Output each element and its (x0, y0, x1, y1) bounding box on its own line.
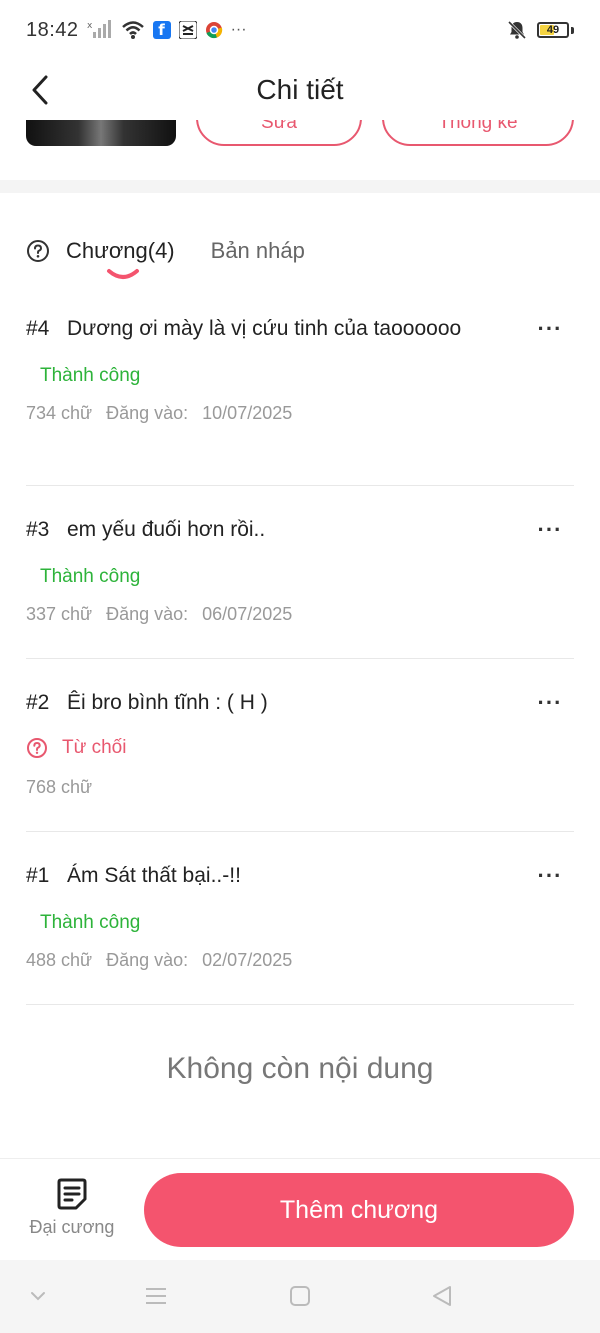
chrome-icon (205, 22, 222, 39)
chapter-number: #4 (26, 317, 50, 340)
story-summary: Sửa Thống kê (0, 120, 600, 180)
outline-button[interactable]: Đại cương (22, 1177, 122, 1249)
chapter-status: Thành công (40, 566, 141, 587)
word-count: 488 chữ (26, 950, 93, 970)
word-count: 734 chữ (26, 403, 93, 423)
chapter-header: #4 Dương ơi mày là vị cứu tinh của taooo… (26, 315, 574, 343)
square-icon (290, 1286, 310, 1306)
system-navigation-bar (0, 1260, 600, 1333)
menu-icon (146, 1288, 166, 1304)
document-icon (57, 1178, 87, 1210)
chapter-title: Êi bro bình tĩnh : ( H ) (67, 691, 268, 714)
word-count: 768 chữ (26, 777, 93, 797)
back-button[interactable] (20, 68, 60, 112)
chapter-more-button[interactable]: ··· (532, 516, 568, 544)
home-nav-button[interactable] (284, 1282, 316, 1310)
facebook-icon: f (152, 21, 171, 39)
chapter-header: #3 em yếu đuối hơn rồi.. (26, 516, 574, 544)
tab-drafts[interactable]: Bản nháp (211, 228, 305, 264)
add-chapter-button[interactable]: Thêm chương (144, 1173, 574, 1247)
posted-label: Đăng vào: (106, 604, 189, 624)
page-title: Chi tiết (256, 74, 344, 105)
chapter-meta: 337 chữ Đăng vào: 06/07/2025 (26, 604, 574, 625)
edit-button[interactable]: Sửa (196, 120, 362, 146)
status-time: 18:42 (26, 18, 79, 41)
chapter-header: #1 Ám Sát thất bại..-!! (26, 862, 574, 890)
battery-icon: 49 (537, 22, 569, 38)
chapter-title: em yếu đuối hơn rồi.. (67, 518, 266, 541)
wifi-icon (121, 21, 144, 39)
chapter-item[interactable]: #2 Êi bro bình tĩnh : ( H ) ··· Từ chối … (26, 659, 574, 832)
more-icon: ··· (537, 690, 563, 715)
chapter-meta: 768 chữ (26, 777, 574, 798)
hide-nav-button[interactable] (22, 1282, 54, 1310)
story-cover-image (26, 120, 176, 146)
status-bar: 18:42 x f ··· 49 (0, 0, 600, 60)
svg-text:x: x (87, 21, 93, 31)
more-icon: ··· (537, 517, 563, 542)
battery-level: 49 (546, 24, 560, 36)
header: Chi tiết (0, 60, 600, 120)
chapter-more-button[interactable]: ··· (532, 315, 568, 343)
chapter-status: Thành công (40, 912, 141, 933)
chapter-more-button[interactable]: ··· (532, 862, 568, 890)
add-chapter-label: Thêm chương (279, 1195, 439, 1224)
battery-tip (571, 26, 574, 34)
section-divider (0, 180, 600, 193)
chapter-status: Thành công (40, 365, 141, 386)
posted-label: Đăng vào: (106, 403, 189, 423)
active-tab-indicator (107, 269, 139, 279)
stats-button-label: Thống kê (438, 120, 518, 133)
menu-nav-button[interactable] (140, 1282, 172, 1310)
chapter-title: Ám Sát thất bại..-!! (67, 864, 241, 887)
more-icon: ··· (537, 316, 563, 341)
chapter-list: #4 Dương ơi mày là vị cứu tinh của taooo… (26, 300, 574, 1005)
chapter-item[interactable]: #4 Dương ơi mày là vị cứu tinh của taooo… (26, 300, 574, 486)
bottom-action-bar: Đại cương Thêm chương (0, 1158, 600, 1260)
edit-button-label: Sửa (261, 120, 297, 133)
tab-chapters-label: Chương(4) (66, 238, 175, 263)
chapter-header: #2 Êi bro bình tĩnh : ( H ) (26, 689, 574, 717)
chapter-item[interactable]: #1 Ám Sát thất bại..-!! ··· Thành công 4… (26, 832, 574, 1005)
posted-date: 02/07/2025 (202, 950, 293, 970)
triangle-back-icon (433, 1286, 451, 1306)
outline-label: Đại cương (29, 1217, 115, 1237)
posted-date: 06/07/2025 (202, 604, 293, 624)
chapter-more-button[interactable]: ··· (532, 689, 568, 717)
chapter-status-rejected: Từ chối (26, 737, 574, 759)
chevron-left-icon (32, 75, 48, 105)
capcut-icon (178, 21, 197, 39)
tab-drafts-label: Bản nháp (210, 238, 305, 263)
chevron-down-icon (31, 1292, 45, 1301)
more-icon: ··· (537, 863, 563, 888)
chapter-number: #1 (26, 864, 50, 887)
word-count: 337 chữ (26, 604, 93, 624)
more-notifications-indicator: ··· (230, 21, 247, 38)
chapter-meta: 734 chữ Đăng vào: 10/07/2025 (26, 403, 574, 424)
end-of-list-message: Không còn nội dung (166, 1052, 434, 1085)
chapter-title: Dương ơi mày là vị cứu tinh của taoooooo (67, 317, 462, 340)
chapter-number: #3 (26, 518, 50, 541)
chapter-item[interactable]: #3 em yếu đuối hơn rồi.. ··· Thành công … (26, 486, 574, 659)
posted-label: Đăng vào: (106, 950, 189, 970)
mute-bell-icon (507, 20, 527, 40)
chapter-number: #2 (26, 691, 50, 714)
chapter-status: Từ chối (62, 737, 127, 758)
tab-chapters[interactable]: Chương(4) (66, 228, 175, 279)
help-icon[interactable] (26, 239, 50, 263)
signal-icon: x (87, 20, 111, 38)
help-circle-icon[interactable] (26, 737, 48, 759)
back-nav-button[interactable] (426, 1282, 458, 1310)
status-right: 49 (507, 20, 574, 40)
chapter-meta: 488 chữ Đăng vào: 02/07/2025 (26, 950, 574, 971)
status-icons: x f ··· (87, 20, 247, 40)
posted-date: 10/07/2025 (202, 403, 293, 423)
stats-button[interactable]: Thống kê (382, 120, 574, 146)
chapter-tabs: Chương(4) Bản nháp (26, 228, 305, 288)
